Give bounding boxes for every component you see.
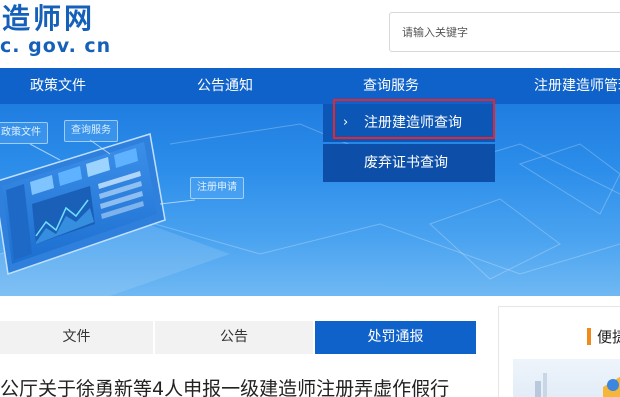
convenience-panel: 便捷 [498, 306, 620, 397]
site-logo-domain[interactable]: c. gov. cn [0, 34, 111, 58]
news-headline[interactable]: 公厅关于徐勇新等4人申报一级建造师注册弄虚作假行 [0, 376, 476, 397]
banner-tag-policy: 政策文件 [0, 122, 48, 144]
convenience-panel-title: 便捷 [597, 328, 620, 346]
dropdown-item-revoked-certificate-query[interactable]: 废弃证书查询 [323, 144, 495, 182]
convenience-panel-image[interactable] [513, 359, 620, 397]
tab-announcements[interactable]: 公告 [155, 321, 313, 354]
dropdown-item-registered-constructor-query[interactable]: › 注册建造师查询 [323, 104, 495, 142]
tab-files[interactable]: 文件 [0, 321, 153, 354]
tab-penalty-notices[interactable]: 处罚通报 [315, 321, 476, 354]
hero-banner: 政策文件 查询服务 注册申请 [0, 104, 620, 296]
search-input[interactable] [390, 13, 620, 51]
main-nav: 政策文件 公告通知 查询服务 注册建造师管理 [0, 68, 620, 104]
nav-item-query-services[interactable]: 查询服务 [363, 68, 419, 104]
content-tabs: 文件 公告 处罚通报 [0, 321, 476, 354]
dropdown-item-label: 注册建造师查询 [364, 115, 462, 131]
dropdown-item-label: 废弃证书查询 [364, 155, 448, 171]
nav-item-announcements[interactable]: 公告通知 [197, 68, 253, 104]
nav-item-policy-files[interactable]: 政策文件 [30, 68, 86, 104]
site-logo-title[interactable]: 造师网 [2, 2, 95, 36]
site-header: 造师网 c. gov. cn [0, 0, 620, 68]
banner-tag-query: 查询服务 [64, 120, 118, 142]
nav-item-registered-constructor-management[interactable]: 注册建造师管理 [534, 68, 620, 104]
banner-tag-register: 注册申请 [190, 177, 244, 199]
chevron-right-icon: › [343, 115, 349, 130]
search-box[interactable] [389, 12, 620, 52]
section-accent-bar [587, 328, 591, 345]
city-illustration [535, 373, 620, 397]
